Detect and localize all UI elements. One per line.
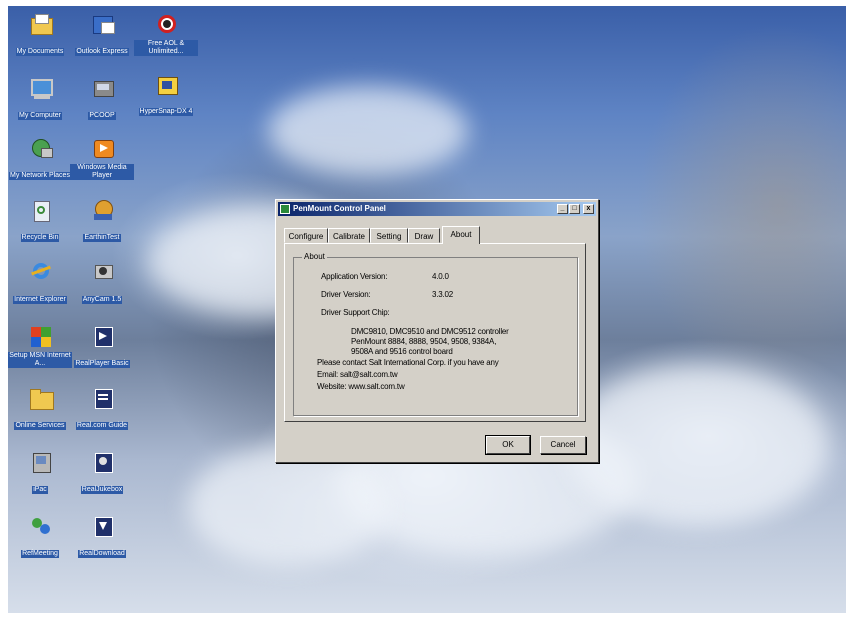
desktop-icon-label: Real.com Guide	[75, 422, 129, 430]
desktop-icon-online-services[interactable]: Online Services	[8, 386, 72, 432]
minimize-button[interactable]: _	[557, 204, 568, 214]
earth-icon	[88, 198, 116, 224]
app-version-value: 4.0.0	[432, 272, 449, 281]
support-chip-line: 9508A and 9516 control board	[351, 347, 453, 356]
dialog-titlebar[interactable]: PenMount Control Panel _ □ x	[278, 202, 596, 216]
tab-setting[interactable]: Setting	[370, 228, 408, 243]
desktop-icon-label: RealDownload	[78, 550, 126, 558]
desktop-icon-label: AnyCam 1.5	[81, 296, 123, 304]
realplayer-icon	[88, 324, 116, 350]
ok-button[interactable]: OK	[485, 435, 531, 455]
pcoop-icon	[88, 76, 116, 102]
ipac-icon	[26, 450, 54, 476]
driver-version-label: Driver Version:	[321, 290, 371, 299]
outlook-icon	[88, 12, 116, 38]
maximize-button[interactable]: □	[569, 204, 580, 214]
contact-text: Please contact Salt International Corp. …	[317, 358, 499, 367]
penmount-dialog: PenMount Control Panel _ □ x Configure C…	[275, 199, 599, 463]
tab-calibrate[interactable]: Calibrate	[328, 228, 370, 243]
desktop-icon-internet-explorer[interactable]: Internet Explorer	[8, 260, 72, 306]
support-chip-label: Driver Support Chip:	[321, 308, 390, 317]
media-player-icon	[88, 136, 116, 162]
desktop-icon-windows-media-player[interactable]: Windows Media Player	[70, 136, 134, 182]
penmount-app-icon	[280, 204, 290, 214]
desktop-icon-my-network-places[interactable]: My Network Places	[8, 136, 72, 182]
dialog-title: PenMount Control Panel	[293, 204, 386, 213]
real-guide-icon	[88, 386, 116, 412]
recycle-bin-icon	[26, 198, 54, 224]
driver-version-value: 3.3.02	[432, 290, 454, 299]
msn-icon	[26, 324, 54, 350]
desktop-icon-realdownload[interactable]: RealDownload	[70, 514, 134, 560]
desktop-icon-label: Recycle Bin	[20, 234, 60, 242]
about-group-label: About	[302, 252, 327, 261]
tab-configure[interactable]: Configure	[284, 228, 328, 243]
desktop-icon-earthintest[interactable]: EarthinTest	[70, 198, 134, 244]
tab-draw[interactable]: Draw	[408, 228, 440, 243]
desktop-icon-recycle-bin[interactable]: Recycle Bin	[8, 198, 72, 244]
desktop-icon-realjukebox[interactable]: RealJukebox	[70, 450, 134, 496]
close-button[interactable]: x	[583, 204, 594, 214]
desktop-icon-label: RefMeeting	[21, 550, 59, 558]
network-icon	[26, 136, 54, 162]
desktop-icon-label: Windows Media Player	[70, 164, 134, 180]
support-chip-line: PenMount 8884, 8888, 9504, 9508, 9384A,	[351, 337, 497, 346]
desktop-icon-outlook-express[interactable]: Outlook Express	[70, 12, 134, 58]
about-tab-panel: About Application Version: 4.0.0 Driver …	[284, 243, 586, 422]
desktop-icon-setup-msn[interactable]: Setup MSN Internet A...	[8, 324, 72, 370]
ie-icon	[26, 260, 54, 286]
desktop-icon-aol[interactable]: Free AOL & Unlimited...	[134, 12, 198, 58]
cancel-button[interactable]: Cancel	[540, 436, 586, 454]
email-text[interactable]: Email: salt@salt.com.tw	[317, 370, 398, 379]
desktop-icon-real-guide[interactable]: Real.com Guide	[70, 386, 134, 432]
desktop-icon-label: RealPlayer Basic	[74, 360, 130, 368]
desktop-icon-label: My Computer	[17, 112, 62, 120]
desktop-icon-label: Internet Explorer	[13, 296, 67, 304]
desktop-icon-anycam[interactable]: AnyCam 1.5	[70, 260, 134, 306]
desktop-icon-label: PCOOP	[88, 112, 116, 120]
desktop-icon-pcoop[interactable]: PCOOP	[70, 76, 134, 122]
download-icon	[88, 514, 116, 540]
about-groupbox: About Application Version: 4.0.0 Driver …	[293, 252, 578, 416]
hypersnap-icon	[152, 72, 180, 98]
desktop-icon-hypersnap[interactable]: HyperSnap-DX 4	[134, 72, 198, 118]
desktop-icon-my-computer[interactable]: My Computer	[8, 76, 72, 122]
desktop-icon-label: EarthinTest	[83, 234, 121, 242]
desktop-icon-realplayer[interactable]: RealPlayer Basic	[70, 324, 134, 370]
folder-icon	[26, 386, 54, 412]
jukebox-icon	[88, 450, 116, 476]
camera-icon	[88, 260, 116, 286]
folder-documents-icon	[26, 12, 54, 38]
app-version-label: Application Version:	[321, 272, 388, 281]
desktop-icon-my-documents[interactable]: My Documents	[8, 12, 72, 58]
desktop-icon-label: My Documents	[15, 48, 65, 56]
desktop-icon-label: Outlook Express	[75, 48, 129, 56]
desktop-icon-ipac[interactable]: iPac	[8, 450, 72, 496]
aol-icon	[152, 12, 180, 38]
support-chip-line: DMC9810, DMC9510 and DMC9512 controller	[351, 327, 509, 336]
desktop-icon-refmeeting[interactable]: RefMeeting	[8, 514, 72, 560]
desktop-icon-label: iPac	[32, 486, 48, 494]
desktop-icon-label: Online Services	[14, 422, 66, 430]
desktop-icon-label: HyperSnap-DX 4	[138, 108, 194, 116]
meeting-icon	[26, 514, 54, 540]
desktop-icon-label: RealJukebox	[80, 486, 124, 494]
desktop-icon-label: Free AOL & Unlimited...	[134, 40, 198, 56]
website-text[interactable]: Website: www.salt.com.tw	[317, 382, 405, 391]
desktop-icon-label: Setup MSN Internet A...	[8, 352, 72, 368]
tab-about[interactable]: About	[442, 226, 480, 244]
computer-icon	[26, 76, 54, 102]
desktop-icon-label: My Network Places	[9, 172, 71, 180]
